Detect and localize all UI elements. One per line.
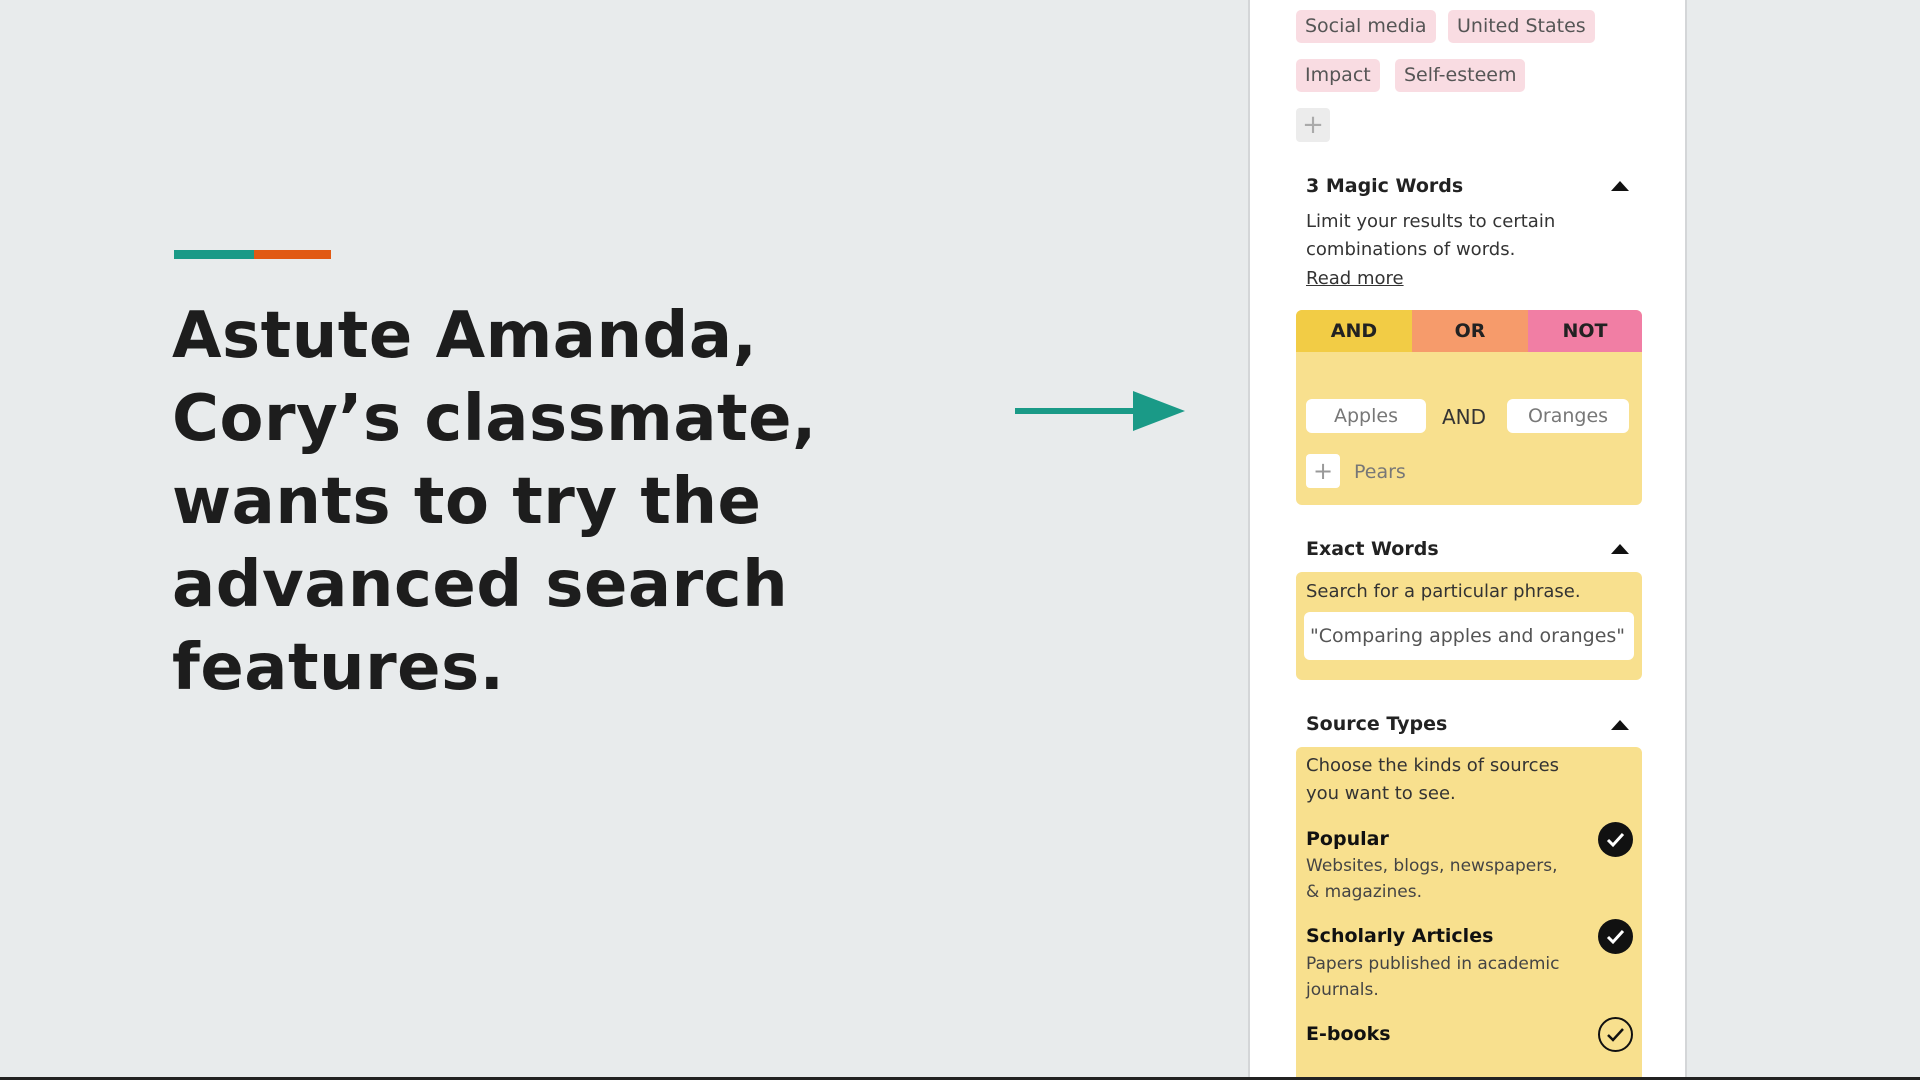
tag-chip[interactable]: Social media [1296, 10, 1436, 43]
tab-and[interactable]: AND [1296, 310, 1412, 352]
source-type-name: Scholarly Articles [1306, 925, 1494, 947]
tab-not[interactable]: NOT [1528, 310, 1642, 352]
accent-orange-segment [254, 250, 331, 259]
source-type-name: Popular [1306, 828, 1389, 850]
source-types-title: Source Types [1306, 713, 1448, 735]
checked-outline-checkmark-icon[interactable] [1598, 1017, 1633, 1052]
add-word-placeholder[interactable]: Pears [1354, 461, 1406, 483]
tag-chip[interactable]: Impact [1296, 59, 1380, 92]
tag-chip[interactable]: United States [1448, 10, 1595, 43]
checked-checkmark-icon[interactable] [1598, 919, 1633, 954]
source-type-name: E-books [1306, 1023, 1391, 1045]
right-arrow-icon [1015, 391, 1185, 431]
source-type-description: Papers published in academic journals. [1306, 954, 1560, 1000]
read-more-link[interactable]: Read more [1306, 268, 1404, 289]
collapse-caret-icon[interactable] [1611, 544, 1629, 554]
exact-words-box: Search for a particular phrase. "Compari… [1296, 572, 1642, 680]
exact-words-title: Exact Words [1306, 538, 1439, 560]
tag-chip[interactable]: Self-esteem [1395, 59, 1526, 92]
add-tag-button[interactable]: + [1296, 108, 1330, 142]
add-word-button[interactable]: + [1306, 454, 1340, 488]
tab-or[interactable]: OR [1412, 310, 1528, 352]
magic-words-title: 3 Magic Words [1306, 175, 1464, 197]
checked-checkmark-icon[interactable] [1598, 822, 1633, 857]
accent-teal-segment [174, 250, 254, 259]
collapse-caret-icon[interactable] [1611, 181, 1629, 191]
magic-words-description: Limit your results to certain combinatio… [1306, 211, 1556, 260]
exact-words-description: Search for a particular phrase. [1306, 581, 1581, 602]
slide-headline: Astute Amanda, Cory’s classmate, wants t… [172, 299, 817, 705]
word-input-1[interactable]: Apples [1306, 399, 1426, 433]
collapse-caret-icon[interactable] [1611, 720, 1629, 730]
source-types-description: Choose the kinds of sources you want to … [1306, 755, 1560, 804]
operator-label: AND [1442, 405, 1487, 429]
magic-words-box: AND OR NOT Apples AND Oranges + Pears [1296, 310, 1642, 505]
source-types-box: Choose the kinds of sources you want to … [1296, 747, 1642, 1080]
exact-phrase-input[interactable]: "Comparing apples and oranges" [1304, 612, 1634, 660]
source-type-description: Websites, blogs, newspapers, & magazines… [1306, 856, 1558, 902]
word-input-2[interactable]: Oranges [1507, 399, 1629, 433]
advanced-search-panel: Social media United States Impact Self-e… [1248, 0, 1687, 1080]
